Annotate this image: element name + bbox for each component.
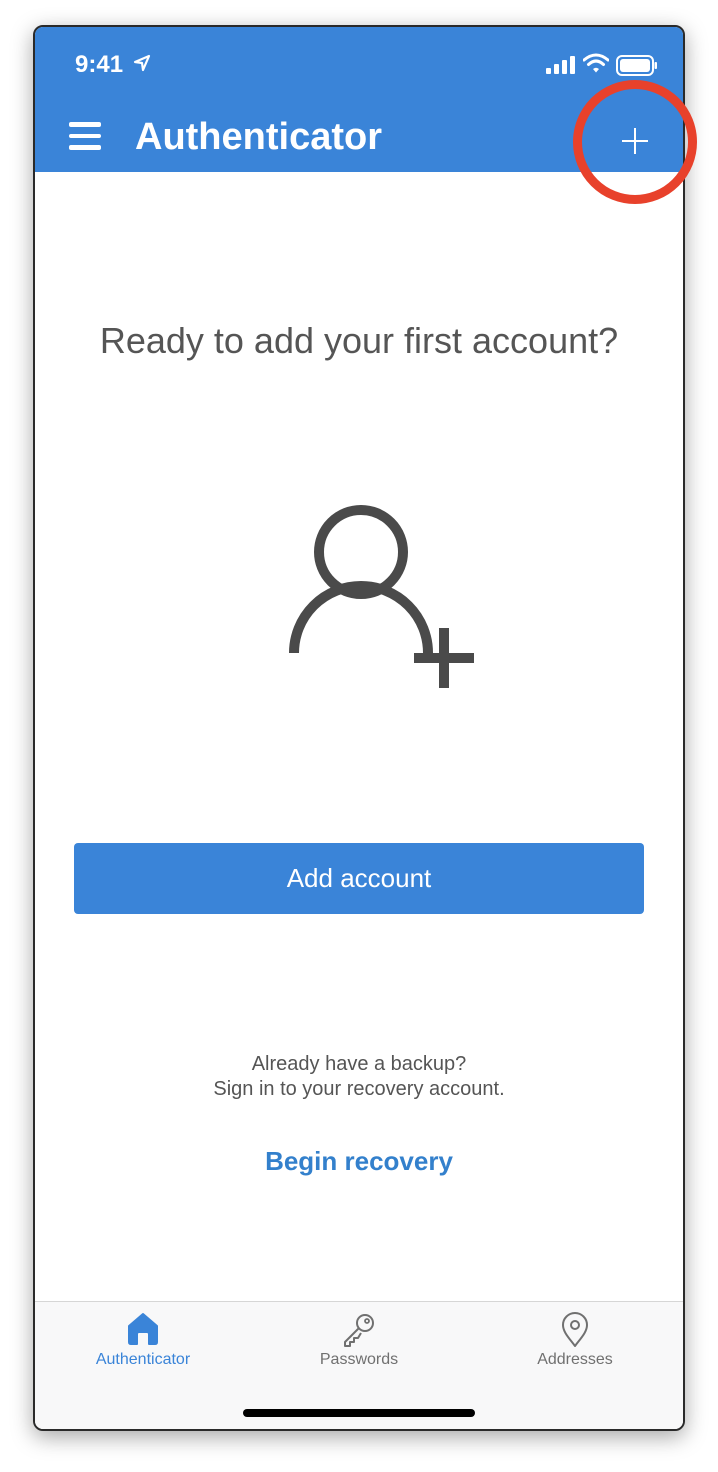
status-bar: 9:41 xyxy=(35,27,683,107)
tab-label-addresses: Addresses xyxy=(537,1351,613,1368)
phone-frame: 9:41 Authenticator Ready to add your fir… xyxy=(33,25,685,1431)
hamburger-menu-icon[interactable] xyxy=(69,121,101,151)
begin-recovery-link[interactable]: Begin recovery xyxy=(35,1145,683,1177)
battery-full-icon xyxy=(616,55,657,76)
app-title: Authenticator xyxy=(135,116,382,158)
tab-passwords[interactable]: Passwords xyxy=(251,1302,467,1382)
location-arrow-icon xyxy=(133,54,151,72)
wifi-icon xyxy=(583,53,609,73)
app-header: 9:41 Authenticator xyxy=(35,27,683,172)
home-icon xyxy=(128,1313,158,1345)
backup-line-2: Sign in to your recovery account. xyxy=(213,1078,505,1100)
backup-line-1: Already have a backup? xyxy=(251,1053,467,1075)
empty-state-headline: Ready to add your first account? xyxy=(99,320,619,361)
tab-authenticator[interactable]: Authenticator xyxy=(35,1302,251,1382)
tab-addresses[interactable]: Addresses xyxy=(467,1302,683,1382)
plus-icon[interactable] xyxy=(611,117,659,165)
status-time: 9:41 xyxy=(75,51,124,78)
map-pin-icon xyxy=(562,1312,588,1347)
cellular-signal-icon xyxy=(546,56,575,74)
tab-label-authenticator: Authenticator xyxy=(95,1351,191,1368)
key-icon xyxy=(344,1314,374,1347)
backup-prompt: Already have a backup? Sign in to your r… xyxy=(35,1052,683,1102)
add-person-icon xyxy=(289,505,474,688)
tab-label-passwords: Passwords xyxy=(319,1351,399,1368)
home-indicator[interactable] xyxy=(243,1409,475,1417)
add-account-button[interactable]: Add account xyxy=(74,843,644,914)
